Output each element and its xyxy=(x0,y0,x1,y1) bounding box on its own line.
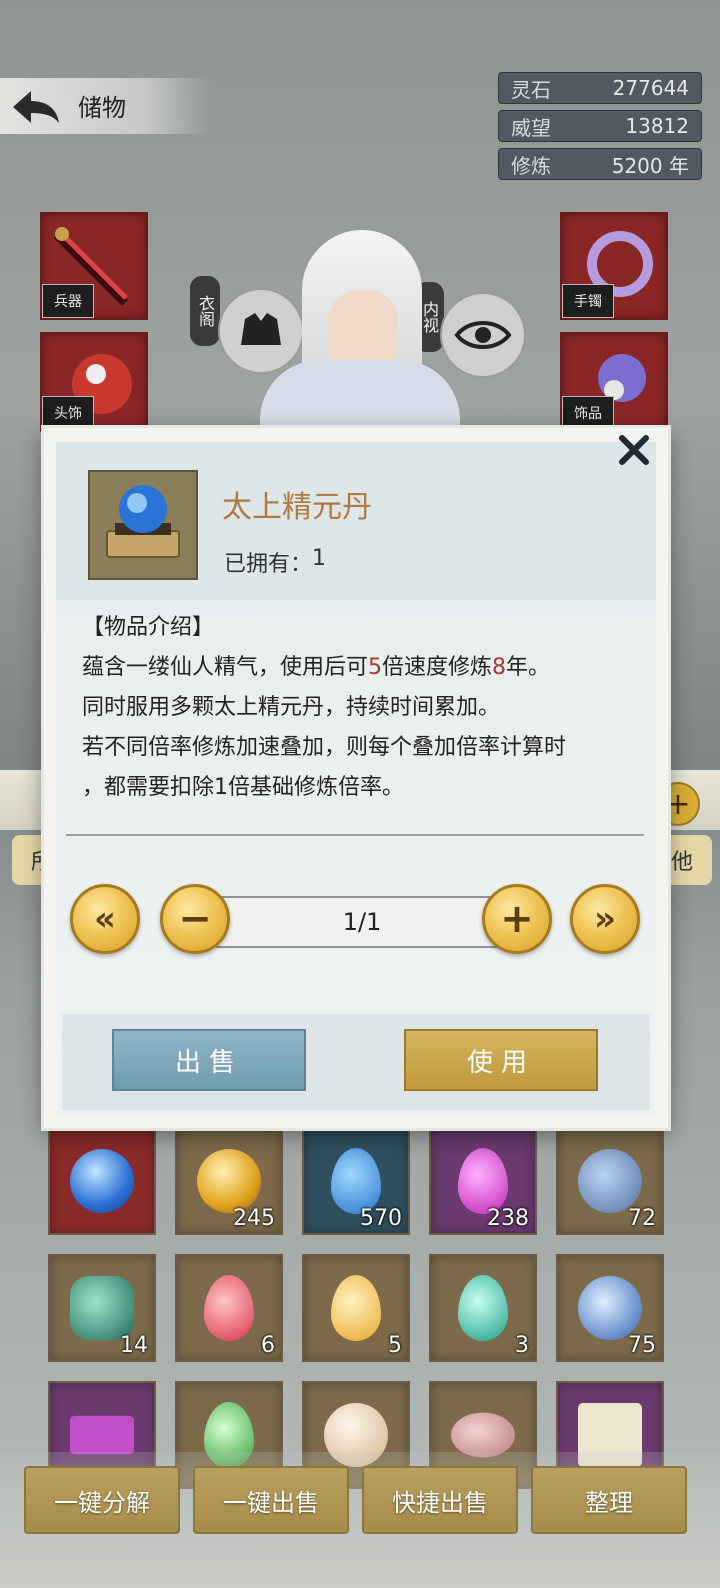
description-title: 【物品介绍】 xyxy=(82,615,215,640)
page-title: 储物 xyxy=(78,94,126,122)
inventory-slot[interactable]: 72 xyxy=(556,1127,664,1235)
double-chevron-left-icon: « xyxy=(94,899,116,939)
equip-slot-accessory[interactable]: 饰品 xyxy=(560,332,668,432)
quantity-increase-button[interactable]: + xyxy=(482,884,552,954)
inventory-slot[interactable]: 570 xyxy=(302,1127,410,1235)
inner-view-button[interactable] xyxy=(440,292,526,378)
inventory-slot[interactable]: 3 xyxy=(429,1254,537,1362)
quantity-decrease-button[interactable]: − xyxy=(160,884,230,954)
green-stone-icon xyxy=(70,1276,134,1340)
quick-sell-button[interactable]: 快捷出售 xyxy=(362,1466,518,1534)
inventory-slot[interactable]: 245 xyxy=(175,1127,283,1235)
inventory-slot[interactable]: 5 xyxy=(302,1254,410,1362)
close-button[interactable] xyxy=(614,430,654,470)
plus-icon: + xyxy=(665,786,691,822)
sort-button[interactable]: 整理 xyxy=(531,1466,687,1534)
description-line: 蕴含一缕仙人精气，使用后可5倍速度修炼8年。 xyxy=(82,655,551,680)
quantity-min-button[interactable]: « xyxy=(70,884,140,954)
equip-slot-weapon[interactable]: 兵器 xyxy=(40,212,148,320)
back-arrow-icon xyxy=(13,91,59,123)
minus-icon: − xyxy=(178,896,212,942)
item-name: 太上精元丹 xyxy=(222,490,372,525)
equip-slot-headwear[interactable]: 头饰 xyxy=(40,332,148,432)
divider xyxy=(66,834,644,836)
back-button[interactable] xyxy=(8,84,64,130)
years-value: 8 xyxy=(492,655,507,680)
description-line: 若不同倍率修炼加速叠加，则每个叠加倍率计算时 xyxy=(82,735,567,760)
equip-tag-accessory: 饰品 xyxy=(562,396,614,430)
item-image-frame xyxy=(88,470,198,580)
yellow-drop-icon xyxy=(331,1275,381,1341)
golden-orb-icon xyxy=(197,1149,261,1213)
pink-drop-icon xyxy=(458,1148,508,1214)
equip-tag-weapon: 兵器 xyxy=(42,284,94,318)
blue-drop-icon xyxy=(331,1148,381,1214)
inventory-slot[interactable] xyxy=(48,1127,156,1235)
quantity-display: 1/1 xyxy=(214,896,510,948)
equip-tag-headwear: 头饰 xyxy=(42,396,94,430)
decompose-all-button[interactable]: 一键分解 xyxy=(24,1466,180,1534)
inventory-slot[interactable]: 6 xyxy=(175,1254,283,1362)
teal-drop-icon xyxy=(458,1275,508,1341)
close-icon xyxy=(619,435,649,465)
quantity-max-button[interactable]: » xyxy=(570,884,640,954)
resource-prestige: 威望 13812 xyxy=(498,110,702,142)
pill-on-pedestal-icon xyxy=(106,485,180,558)
red-drop-icon xyxy=(204,1275,254,1341)
description-line: ，都需要扣除1倍基础修炼倍率。 xyxy=(82,775,404,800)
inventory-slot[interactable]: 14 xyxy=(48,1254,156,1362)
equip-slot-bracelet[interactable]: 手镯 xyxy=(560,212,668,320)
item-description: 【物品介绍】 蕴含一缕仙人精气，使用后可5倍速度修炼8年。 同时服用多颗太上精元… xyxy=(82,608,642,808)
blue-leaf-icon xyxy=(578,1149,642,1213)
eye-icon xyxy=(454,321,512,349)
inventory-slot[interactable]: 75 xyxy=(556,1254,664,1362)
sell-button[interactable]: 出售 xyxy=(112,1029,306,1091)
description-line: 同时服用多颗太上精元丹，持续时间累加。 xyxy=(82,695,501,720)
inventory-slot[interactable]: 238 xyxy=(429,1127,537,1235)
resource-cultivation: 修炼 5200 年 xyxy=(498,148,702,180)
purple-powder-icon xyxy=(70,1415,134,1455)
wardrobe-button[interactable] xyxy=(218,288,304,374)
potion-bottle-icon xyxy=(578,1276,642,1340)
inventory-grid: 245 570 238 72 14 6 5 3 75 xyxy=(48,1127,668,1489)
wardrobe-label: 衣阁 xyxy=(190,276,220,346)
plus-icon: + xyxy=(500,896,534,942)
sell-all-button[interactable]: 一键出售 xyxy=(193,1466,349,1534)
pill-orb-icon xyxy=(70,1149,134,1213)
equip-tag-bracelet: 手镯 xyxy=(562,284,614,318)
robe-icon xyxy=(241,313,281,345)
multiplier-value: 5 xyxy=(368,655,383,680)
owned-count: 1 xyxy=(312,546,327,571)
owned-label: 已拥有： xyxy=(224,552,313,577)
use-button[interactable]: 使用 xyxy=(404,1029,598,1091)
double-chevron-right-icon: » xyxy=(594,899,616,939)
resource-spirit-stone: 灵石 277644 xyxy=(498,72,702,104)
owned-count-row: 已拥有： 1 xyxy=(224,546,326,578)
pink-bowl-icon xyxy=(451,1412,515,1458)
